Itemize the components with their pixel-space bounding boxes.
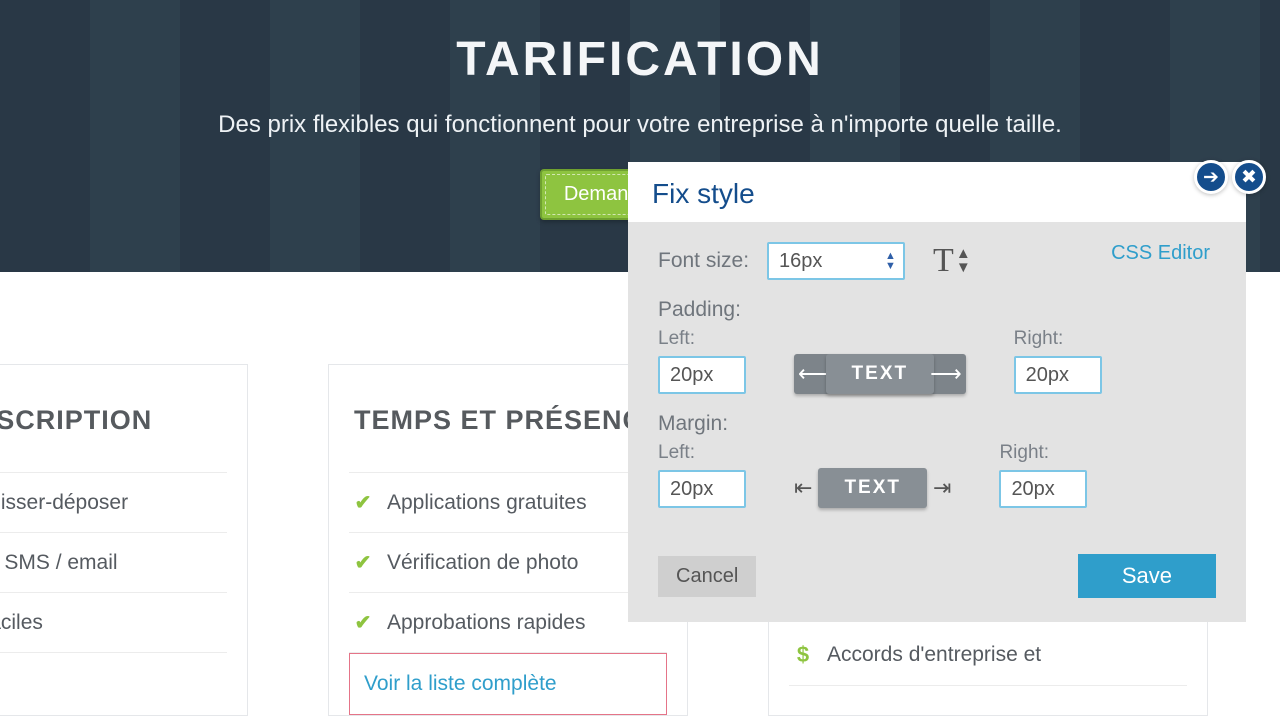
feature-item: ✔Applications gratuites (349, 472, 667, 533)
margin-handle-right-icon: ⇥ (933, 475, 951, 501)
margin-right-label: Right: (999, 442, 1087, 464)
margin-left-input[interactable] (658, 470, 746, 508)
css-editor-link[interactable]: CSS Editor (1111, 242, 1210, 265)
close-button[interactable]: ✖ (1232, 160, 1266, 194)
feature-item: ✔Vérification de photo (349, 533, 667, 593)
margin-handle-left-icon: ⇤ (794, 475, 812, 501)
check-icon: ✔ (353, 550, 373, 575)
arrow-right-icon: ➔ (1203, 166, 1219, 189)
stepper-down-icon[interactable]: ▼ (885, 261, 901, 271)
feature-item: $Accords d'entreprise et (789, 625, 1187, 686)
text-box-vis: TEXT (818, 468, 927, 508)
arrow-right-icon: ⟶ (930, 361, 962, 387)
check-icon: ✔ (353, 490, 373, 515)
see-full-list-link[interactable]: Voir la liste complète (349, 653, 667, 715)
close-icon: ✖ (1241, 166, 1257, 189)
margin-visual: ⇤ TEXT ⇥ (794, 468, 951, 508)
font-size-label: Font size: (658, 249, 749, 273)
pricing-column-1: NSCRIPTION ✔face glisser-déposer ✔ier pa… (0, 364, 248, 716)
cancel-button[interactable]: Cancel (658, 556, 756, 597)
padding-left-input[interactable] (658, 356, 746, 394)
feature-item: ✔Approbations rapides (349, 593, 667, 653)
text-box-vis: TEXT (826, 354, 935, 394)
feature-item: ✔èles faciles (0, 593, 227, 653)
font-size-icon: T▲▼ (933, 242, 971, 280)
page-subtitle: Des prix flexibles qui fonctionnent pour… (0, 111, 1280, 139)
padding-left-label: Left: (658, 328, 746, 350)
dollar-icon: $ (793, 642, 813, 668)
padding-visual: ⟵ TEXT ⟶ (794, 354, 966, 394)
arrow-left-icon: ⟵ (798, 361, 830, 387)
next-button[interactable]: ➔ (1194, 160, 1228, 194)
popup-title: Fix style (628, 164, 1246, 222)
check-icon: ✔ (353, 610, 373, 635)
feature-item: ✔ier par SMS / email (0, 533, 227, 593)
save-button[interactable]: Save (1078, 554, 1216, 598)
padding-right-label: Right: (1014, 328, 1102, 350)
margin-right-input[interactable] (999, 470, 1087, 508)
fix-style-popup: ➔ ✖ Fix style CSS Editor Font size: ▲ ▼ … (628, 162, 1246, 622)
page-title: TARIFICATION (0, 0, 1280, 87)
margin-section-label: Margin: (658, 412, 1216, 436)
feature-item: ✔face glisser-déposer (0, 472, 227, 533)
column-title: NSCRIPTION (0, 365, 247, 472)
margin-left-label: Left: (658, 442, 746, 464)
padding-right-input[interactable] (1014, 356, 1102, 394)
padding-section-label: Padding: (658, 298, 1216, 322)
